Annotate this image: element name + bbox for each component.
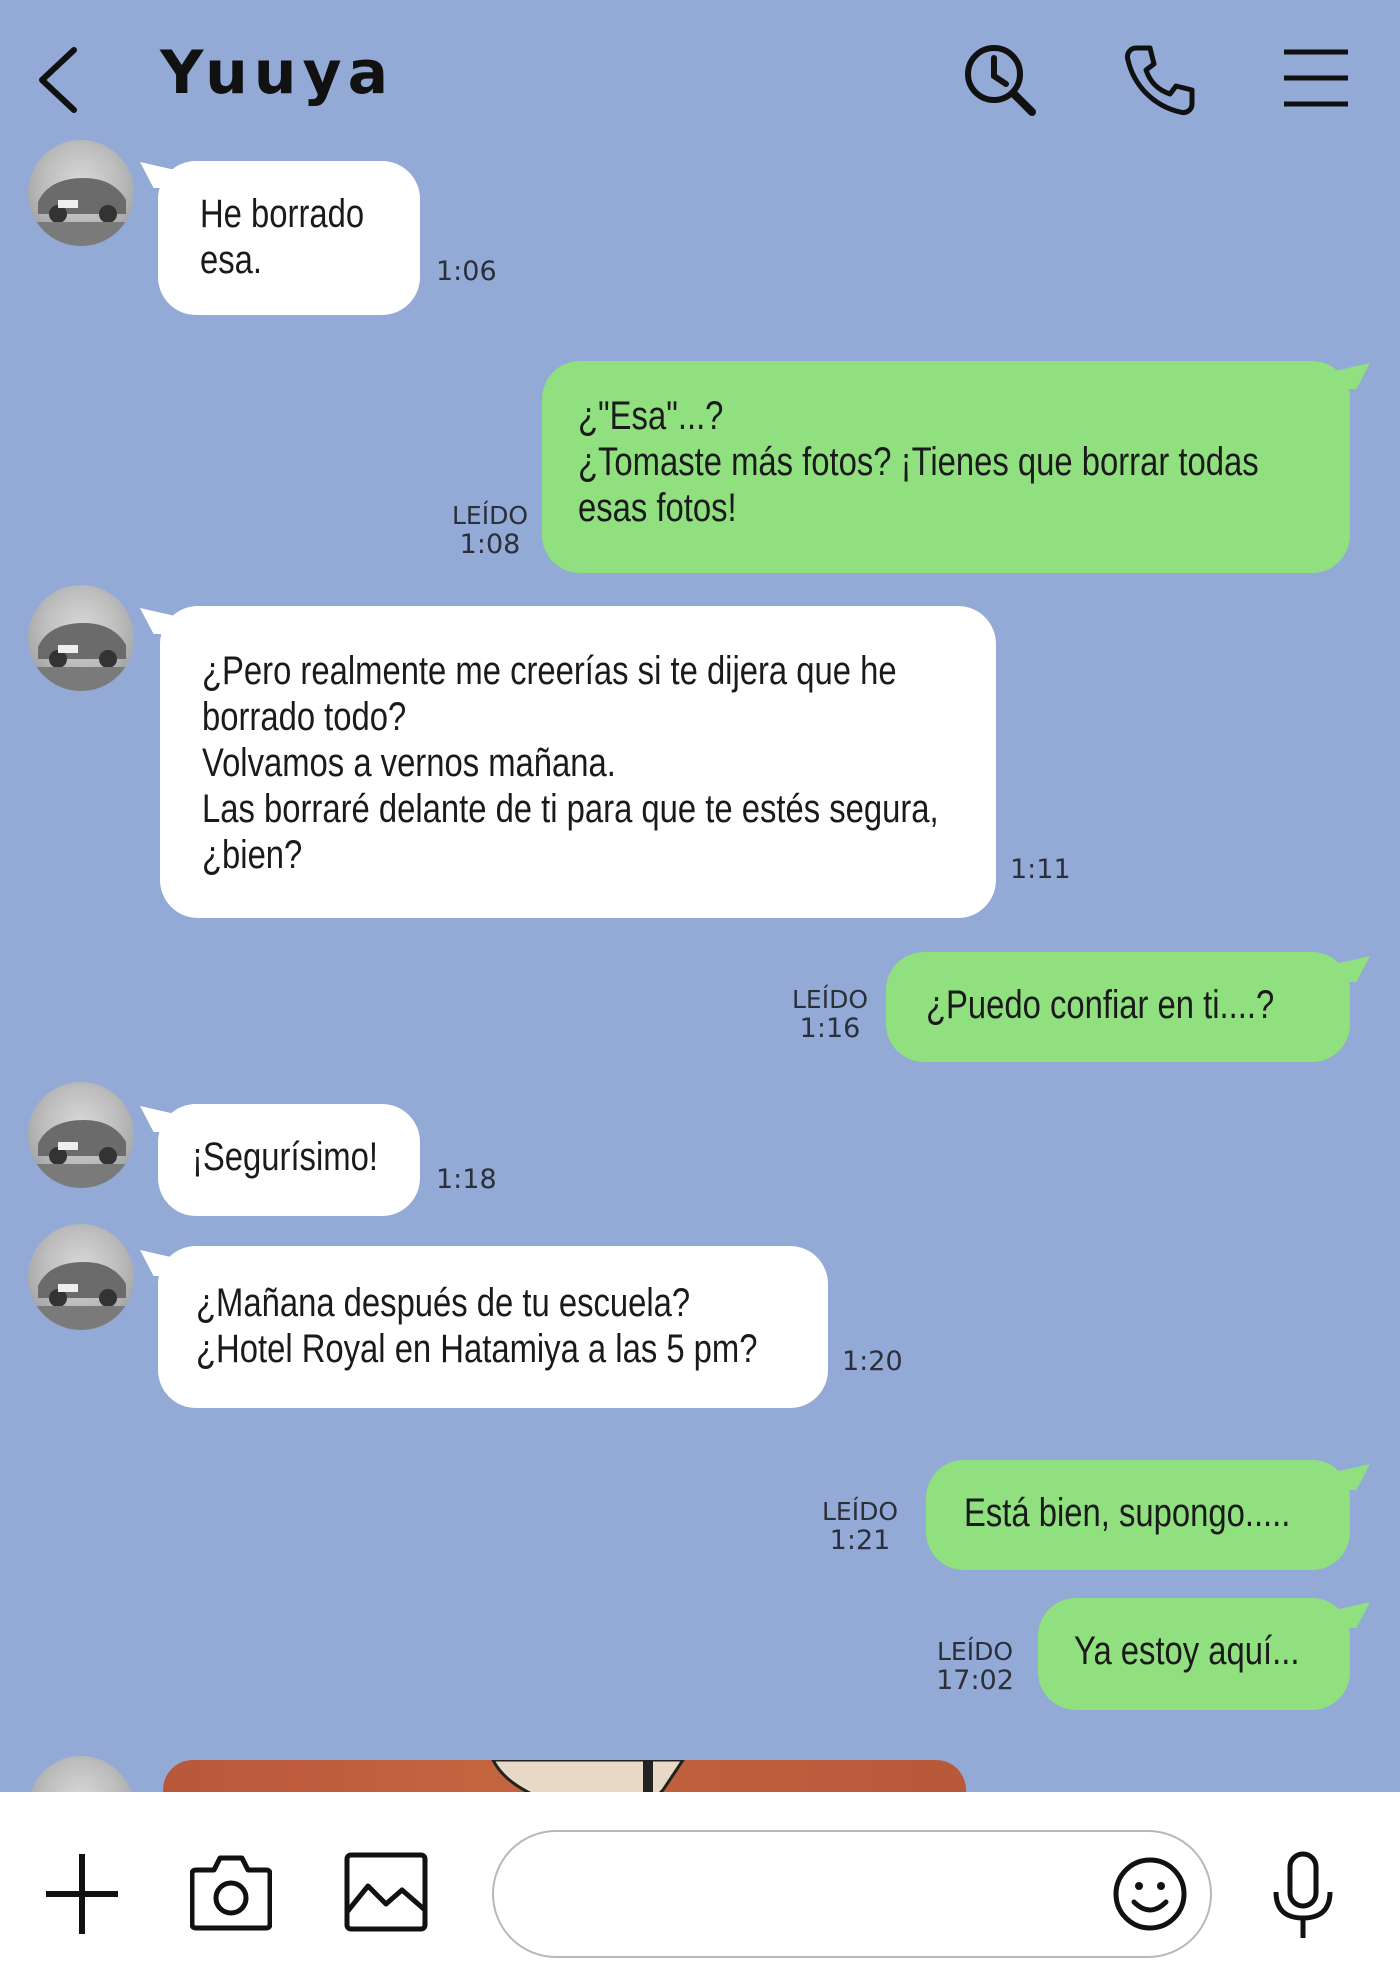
chat-header: Yuuya [0, 0, 1400, 150]
message-time: 1:08 [459, 529, 521, 560]
read-receipt: LEÍDO [451, 501, 529, 530]
message-time: 1:20 [842, 1346, 903, 1377]
emoji-icon[interactable] [1112, 1856, 1188, 1932]
car-photo-icon [28, 1262, 134, 1330]
avatar[interactable] [28, 585, 134, 691]
message-text: ¿Puedo confiar en ti....? [926, 983, 1275, 1027]
camera-icon[interactable] [190, 1852, 272, 1932]
chat-title: Yuuya [160, 38, 395, 108]
message-bubble-outgoing[interactable]: ¿"Esa"...? ¿Tomaste más fotos? ¡Tienes q… [542, 361, 1350, 573]
avatar[interactable] [28, 1082, 134, 1188]
message-bubble-outgoing[interactable]: ¿Puedo confiar en ti....? [886, 952, 1350, 1062]
message-time: 1:18 [436, 1164, 497, 1195]
message-time: 1:16 [799, 1013, 861, 1044]
avatar[interactable] [28, 140, 134, 246]
phone-icon[interactable] [1120, 40, 1200, 120]
message-text: Está bien, supongo..... [964, 1491, 1291, 1535]
car-photo-icon [28, 1120, 134, 1188]
message-bubble-incoming[interactable]: ¡Segurísimo! [158, 1104, 420, 1216]
message-text: Ya estoy aquí... [1074, 1629, 1300, 1673]
message-time: 1:06 [436, 256, 497, 287]
read-receipt: LEÍDO [791, 985, 869, 1014]
chevron-left-icon[interactable] [30, 44, 84, 116]
message-bubble-incoming[interactable]: ¿Mañana después de tu escuela? ¿Hotel Ro… [158, 1246, 828, 1408]
message-bubble-incoming[interactable]: He borrado esa. [158, 161, 420, 315]
message-text: ¿Pero realmente me creerías si te dijera… [202, 649, 939, 877]
message-text: ¿Mañana después de tu escuela? ¿Hotel Ro… [196, 1281, 758, 1371]
car-photo-icon [28, 623, 134, 691]
message-bubble-outgoing[interactable]: Ya estoy aquí... [1038, 1598, 1350, 1710]
avatar[interactable] [28, 1224, 134, 1330]
message-bubble-outgoing[interactable]: Está bien, supongo..... [926, 1460, 1350, 1570]
menu-icon[interactable] [1280, 46, 1352, 110]
plus-icon[interactable] [44, 1852, 120, 1936]
history-search-icon[interactable] [960, 40, 1040, 120]
image-icon[interactable] [344, 1852, 428, 1932]
message-input[interactable] [492, 1830, 1212, 1958]
message-time: 17:02 [936, 1665, 1014, 1696]
message-bubble-incoming[interactable]: ¿Pero realmente me creerías si te dijera… [160, 606, 996, 918]
message-time: 1:21 [829, 1525, 891, 1556]
read-receipt: LEÍDO [821, 1497, 899, 1526]
message-text: ¿"Esa"...? ¿Tomaste más fotos? ¡Tienes q… [578, 394, 1259, 530]
read-receipt: LEÍDO [936, 1637, 1014, 1666]
message-text: ¡Segurísimo! [192, 1135, 378, 1179]
car-photo-icon [28, 178, 134, 246]
microphone-icon[interactable] [1270, 1850, 1336, 1942]
message-text: He borrado esa. [200, 192, 365, 282]
message-time: 1:11 [1010, 854, 1071, 885]
